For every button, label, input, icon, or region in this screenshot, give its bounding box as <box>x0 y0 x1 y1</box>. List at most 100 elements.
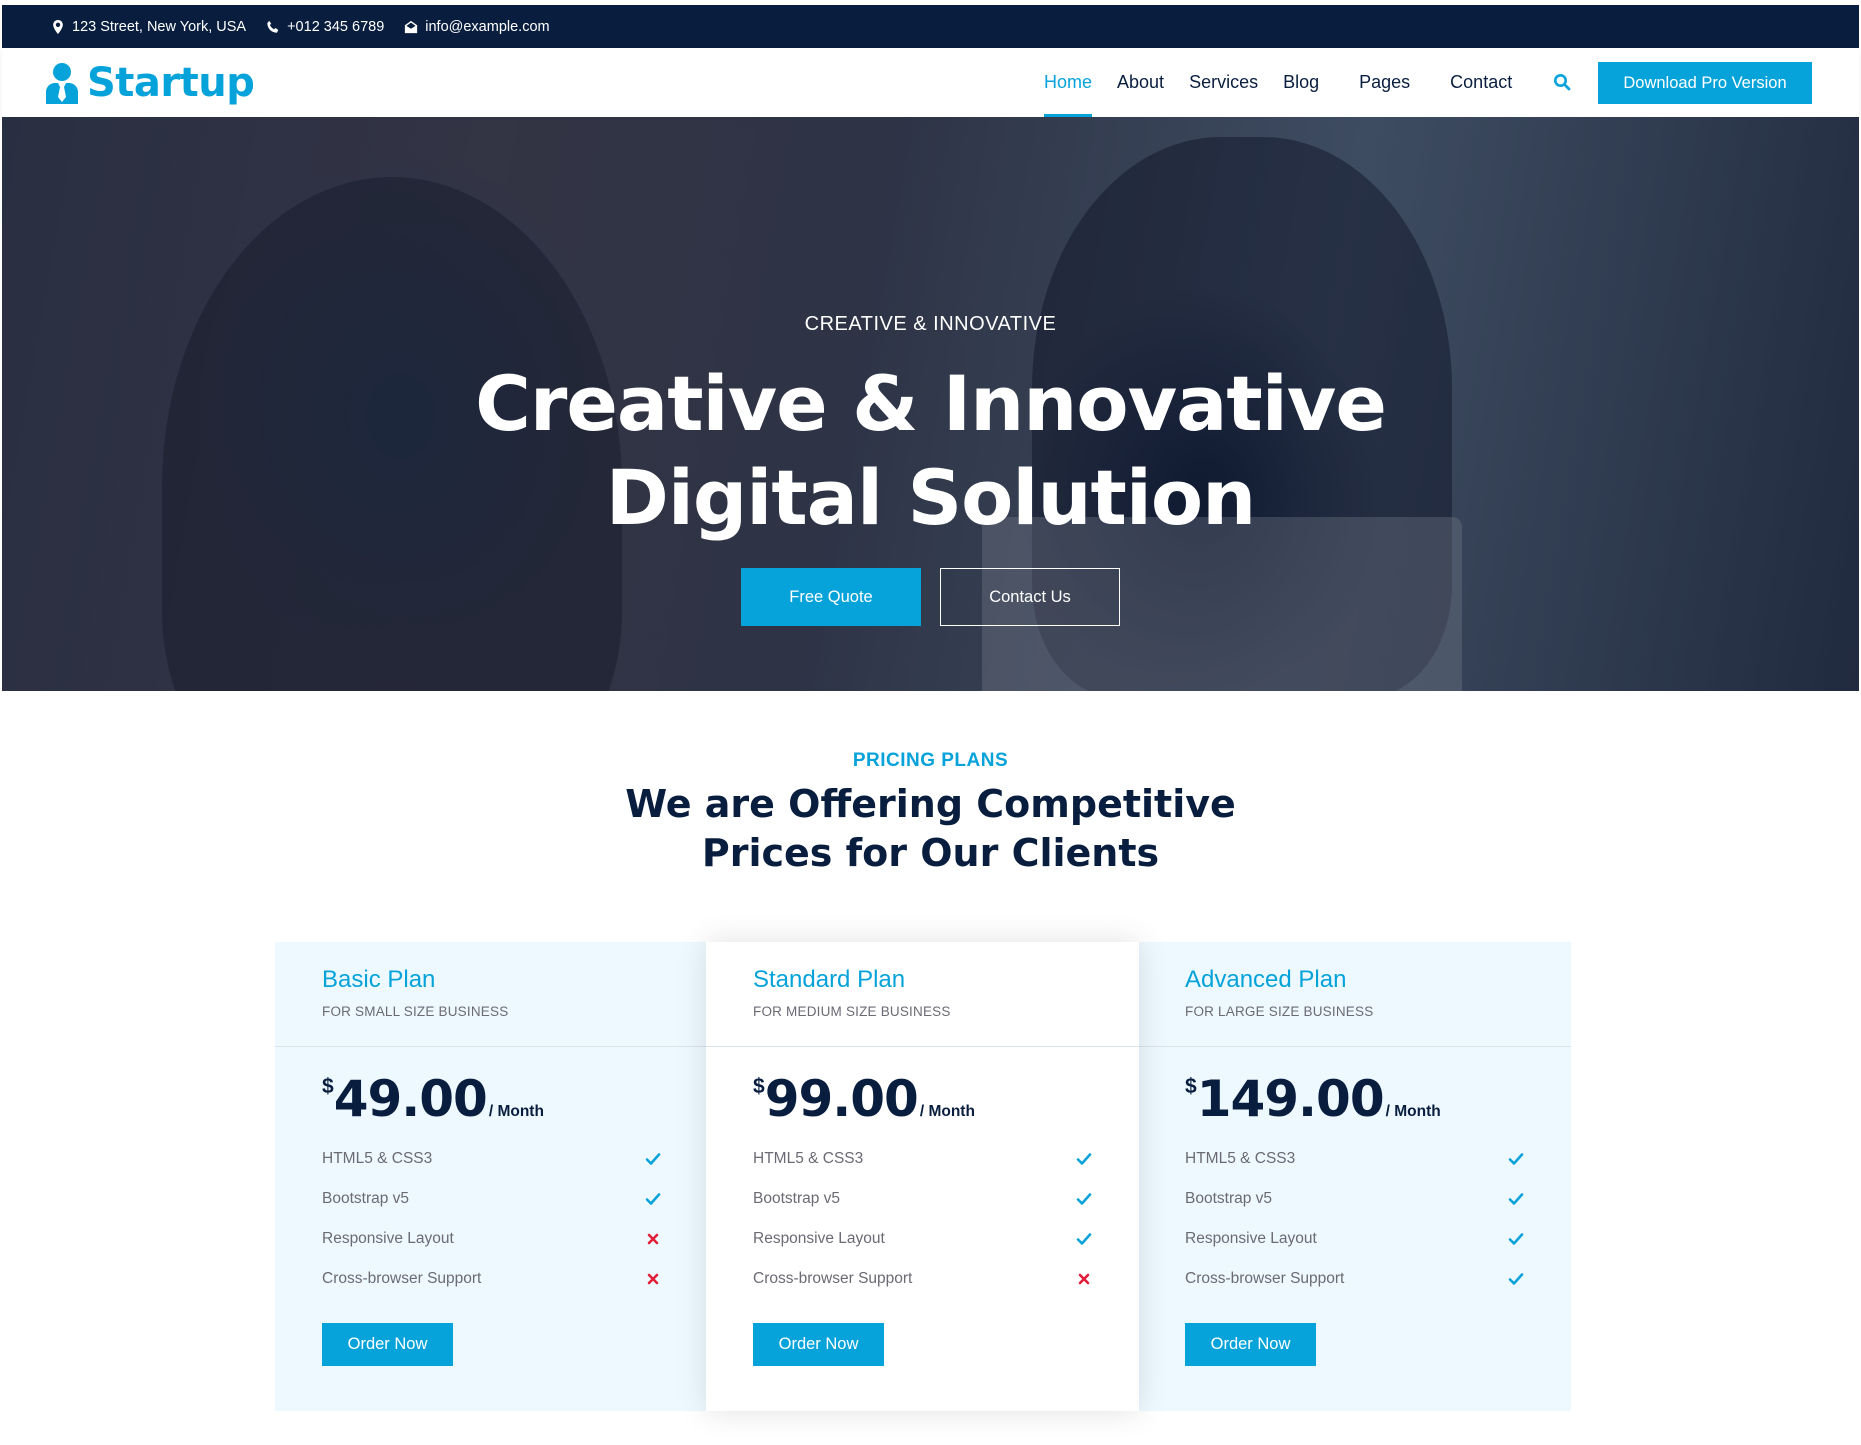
nav-pages[interactable]: Pages <box>1359 48 1410 117</box>
phone-icon <box>267 20 279 33</box>
nav-about[interactable]: About <box>1117 48 1164 117</box>
plan-body: $ 49.00 / Month HTML5 & CSS3 Bootstrap v… <box>275 1047 708 1366</box>
pricing-title-line1: We are Offering Competitive <box>625 782 1236 826</box>
plan-header: Advanced Plan FOR LARGE SIZE BUSINESS <box>1138 942 1571 1047</box>
plan-body: $ 149.00 / Month HTML5 & CSS3 Bootstrap … <box>1138 1047 1571 1366</box>
nav-contact[interactable]: Contact <box>1450 48 1512 117</box>
pricing-card-advanced: Advanced Plan FOR LARGE SIZE BUSINESS $ … <box>1138 942 1571 1411</box>
map-marker-icon <box>53 19 63 34</box>
price-period: / Month <box>919 1103 975 1120</box>
check-icon <box>1508 1233 1524 1245</box>
price-period: / Month <box>488 1103 544 1120</box>
times-icon <box>647 1233 659 1245</box>
feature-label: Responsive Layout <box>753 1230 885 1247</box>
free-quote-button[interactable]: Free Quote <box>741 568 921 626</box>
nav-services[interactable]: Services <box>1189 48 1258 117</box>
nav-menu: Home About Services Blog Pages Contact <box>1044 48 1537 117</box>
pricing-subtitle: PRICING PLANS <box>852 750 1009 771</box>
feature-item: Responsive Layout <box>753 1219 1092 1259</box>
times-icon <box>647 1273 659 1285</box>
price-currency: $ <box>322 1075 334 1098</box>
plan-price: $ 149.00 / Month <box>1185 1073 1524 1125</box>
hero-title-line1: Creative & Innovative <box>475 359 1387 448</box>
navbar: Startup Home About Services Blog Pages C… <box>2 48 1859 117</box>
feature-item: Bootstrap v5 <box>753 1179 1092 1219</box>
feature-item: HTML5 & CSS3 <box>753 1139 1092 1179</box>
feature-item: Cross-browser Support <box>1185 1259 1524 1299</box>
price-currency: $ <box>753 1075 765 1098</box>
topbar-email: info@example.com <box>404 18 550 35</box>
feature-item: HTML5 & CSS3 <box>322 1139 661 1179</box>
pricing-title-line2: Prices for Our Clients <box>701 831 1160 875</box>
check-icon <box>1076 1233 1092 1245</box>
feature-label: Bootstrap v5 <box>322 1190 410 1207</box>
feature-label: Bootstrap v5 <box>753 1190 841 1207</box>
feature-item: HTML5 & CSS3 <box>1185 1139 1524 1179</box>
check-icon <box>1076 1153 1092 1165</box>
feature-label: Cross-browser Support <box>753 1270 913 1287</box>
plan-body: $ 99.00 / Month HTML5 & CSS3 Bootstrap v… <box>706 1047 1139 1366</box>
order-now-button[interactable]: Order Now <box>1185 1323 1316 1366</box>
check-icon <box>645 1193 661 1205</box>
feature-list: HTML5 & CSS3 Bootstrap v5 Responsive Lay… <box>322 1139 661 1299</box>
contact-us-button[interactable]: Contact Us <box>940 568 1120 626</box>
nav-blog[interactable]: Blog <box>1283 48 1319 117</box>
pricing-card-standard: Standard Plan FOR MEDIUM SIZE BUSINESS $… <box>706 942 1139 1411</box>
pricing-title: We are Offering Competitive Prices for O… <box>0 780 1861 878</box>
plan-price: $ 49.00 / Month <box>322 1073 661 1125</box>
feature-item: Cross-browser Support <box>753 1259 1092 1299</box>
feature-label: HTML5 & CSS3 <box>322 1150 433 1167</box>
topbar-address-text: 123 Street, New York, USA <box>72 18 247 35</box>
topbar-email-text: info@example.com <box>425 18 550 35</box>
pricing-card-basic: Basic Plan FOR SMALL SIZE BUSINESS $ 49.… <box>275 942 708 1411</box>
search-icon[interactable] <box>1553 73 1571 91</box>
feature-list: HTML5 & CSS3 Bootstrap v5 Responsive Lay… <box>753 1139 1092 1299</box>
feature-label: Cross-browser Support <box>322 1270 482 1287</box>
nav-home[interactable]: Home <box>1044 48 1093 117</box>
plan-name: Basic Plan <box>322 966 436 993</box>
feature-label: HTML5 & CSS3 <box>1185 1150 1296 1167</box>
price-amount: 99.00 <box>764 1070 919 1128</box>
hero-carousel: CREATIVE & INNOVATIVE Creative & Innovat… <box>2 117 1859 691</box>
envelope-open-icon <box>405 20 418 33</box>
order-now-button[interactable]: Order Now <box>753 1323 884 1366</box>
price-amount: 49.00 <box>333 1070 488 1128</box>
download-pro-button[interactable]: Download Pro Version <box>1598 62 1812 104</box>
plan-header: Standard Plan FOR MEDIUM SIZE BUSINESS <box>706 942 1139 1047</box>
feature-item: Responsive Layout <box>1185 1219 1524 1259</box>
topbar-address: 123 Street, New York, USA <box>51 19 246 35</box>
feature-item: Bootstrap v5 <box>322 1179 661 1219</box>
feature-label: Bootstrap v5 <box>1185 1190 1273 1207</box>
plan-tagline: FOR LARGE SIZE BUSINESS <box>1185 1004 1374 1019</box>
feature-item: Bootstrap v5 <box>1185 1179 1524 1219</box>
feature-label: HTML5 & CSS3 <box>753 1150 864 1167</box>
price-amount: 149.00 <box>1196 1070 1385 1128</box>
plan-name: Advanced Plan <box>1185 966 1347 993</box>
feature-label: Responsive Layout <box>1185 1230 1317 1247</box>
order-now-button[interactable]: Order Now <box>322 1323 453 1366</box>
plan-header: Basic Plan FOR SMALL SIZE BUSINESS <box>275 942 708 1047</box>
price-period: / Month <box>1385 1103 1441 1120</box>
user-tie-icon <box>46 63 78 104</box>
feature-list: HTML5 & CSS3 Bootstrap v5 Responsive Lay… <box>1185 1139 1524 1299</box>
brand-name: Startup <box>87 60 255 106</box>
check-icon <box>1076 1193 1092 1205</box>
hero-title-line2: Digital Solution <box>605 453 1257 542</box>
check-icon <box>1508 1193 1524 1205</box>
plan-tagline: FOR SMALL SIZE BUSINESS <box>322 1004 509 1019</box>
check-icon <box>1508 1153 1524 1165</box>
hero-subtitle: CREATIVE & INNOVATIVE <box>804 313 1057 335</box>
check-icon <box>645 1153 661 1165</box>
brand-logo[interactable]: Startup <box>44 60 255 106</box>
hero-title: Creative & Innovative Digital Solution <box>2 357 1859 545</box>
feature-label: Responsive Layout <box>322 1230 454 1247</box>
plan-tagline: FOR MEDIUM SIZE BUSINESS <box>753 1004 951 1019</box>
feature-item: Responsive Layout <box>322 1219 661 1259</box>
feature-label: Cross-browser Support <box>1185 1270 1345 1287</box>
topbar-phone-text: +012 345 6789 <box>287 18 385 35</box>
times-icon <box>1078 1273 1090 1285</box>
check-icon <box>1508 1273 1524 1285</box>
topbar-phone: +012 345 6789 <box>266 19 384 35</box>
plan-price: $ 99.00 / Month <box>753 1073 1092 1125</box>
feature-item: Cross-browser Support <box>322 1259 661 1299</box>
